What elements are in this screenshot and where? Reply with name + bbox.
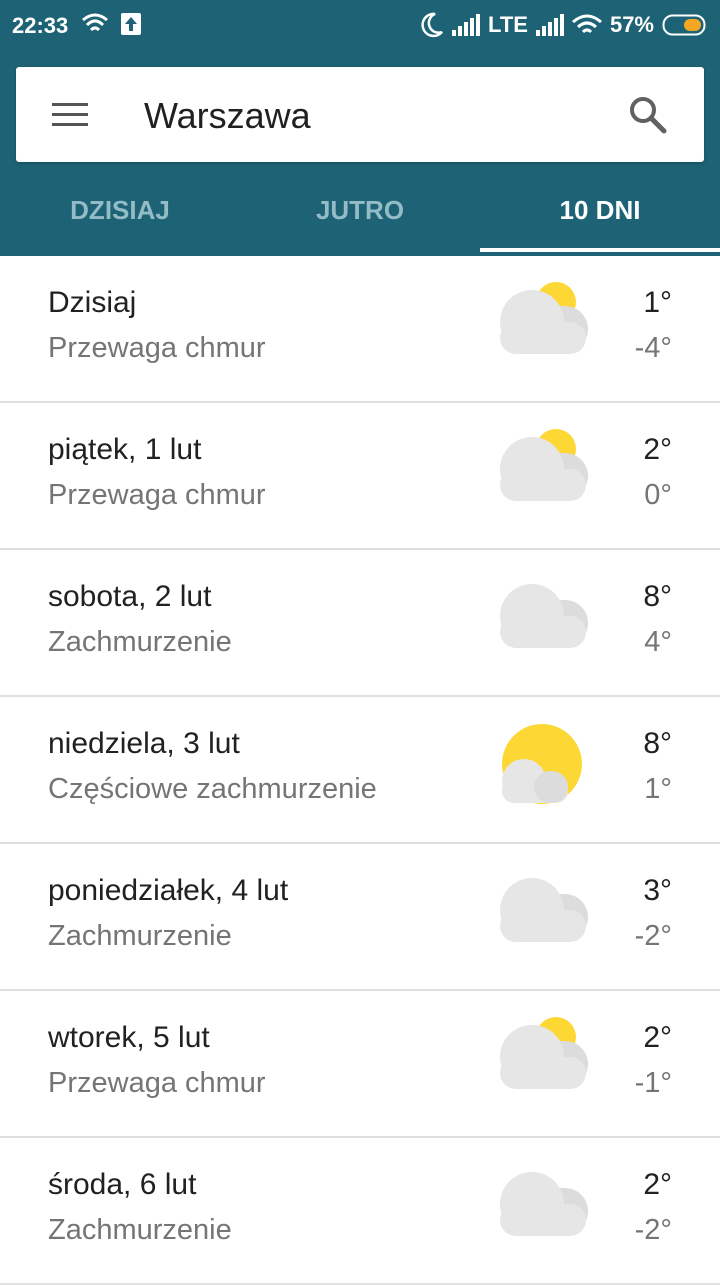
forecast-day: sobota, 2 lut: [48, 580, 212, 613]
forecast-row[interactable]: piątek, 1 lut Przewaga chmur 2° 0°: [0, 403, 720, 550]
menu-icon-line: [52, 113, 88, 116]
partly-cloudy-icon: [502, 724, 582, 804]
signal-icon: [452, 14, 481, 36]
forecast-row[interactable]: wtorek, 5 lut Przewaga chmur 2° -1°: [0, 991, 720, 1138]
forecast-high: 3°: [643, 874, 672, 907]
forecast-day: Dzisiaj: [48, 286, 137, 319]
forecast-row[interactable]: środa, 6 lut Zachmurzenie 2° -2°: [0, 1138, 720, 1285]
forecast-day: piątek, 1 lut: [48, 433, 202, 466]
forecast-low: -2°: [634, 920, 672, 952]
menu-icon-line: [52, 103, 88, 106]
status-bar: 22:33 LTE 57%: [0, 0, 720, 50]
forecast-high: 8°: [643, 727, 672, 760]
forecast-condition: Zachmurzenie: [48, 1214, 232, 1246]
forecast-row[interactable]: Dzisiaj Przewaga chmur 1° -4°: [0, 256, 720, 403]
forecast-high: 2°: [643, 1021, 672, 1054]
forecast-row[interactable]: poniedziałek, 4 lut Zachmurzenie 3° -2°: [0, 844, 720, 991]
tab-today[interactable]: DZISIAJ: [0, 180, 240, 256]
forecast-high: 1°: [643, 286, 672, 319]
status-time: 22:33: [12, 13, 69, 38]
forecast-low: -2°: [634, 1214, 672, 1246]
battery-icon: [662, 14, 706, 36]
forecast-low: -1°: [634, 1067, 672, 1099]
forecast-list: Dzisiaj Przewaga chmur 1° -4° piątek, 1 lut P…: [0, 256, 720, 1285]
tab-tomorrow[interactable]: JUTRO: [240, 180, 480, 256]
forecast-condition: Częściowe zachmurzenie: [48, 773, 377, 805]
forecast-day: wtorek, 5 lut: [48, 1021, 210, 1054]
forecast-day: środa, 6 lut: [48, 1168, 197, 1201]
cloudy-icon: [500, 878, 588, 942]
cloudy-icon: [500, 584, 588, 648]
cloudy-icon: [500, 1172, 588, 1236]
forecast-low: 4°: [644, 626, 672, 658]
forecast-condition: Zachmurzenie: [48, 626, 232, 658]
forecast-high: 2°: [643, 1168, 672, 1201]
status-right: LTE 57%: [420, 12, 708, 38]
do-not-disturb-moon-icon: [421, 12, 443, 38]
mostly-cloudy-icon: [500, 1017, 588, 1089]
forecast-high: 8°: [643, 580, 672, 613]
forecast-condition: Zachmurzenie: [48, 920, 232, 952]
signal-2-icon: [535, 14, 564, 36]
network-type: LTE: [488, 12, 528, 37]
forecast-condition: Przewaga chmur: [48, 479, 266, 511]
tab-bar: DZISIAJ JUTRO 10 DNI: [0, 180, 720, 256]
mostly-cloudy-icon: [500, 282, 588, 354]
forecast-row[interactable]: sobota, 2 lut Zachmurzenie 8° 4°: [0, 550, 720, 697]
forecast-low: -4°: [634, 332, 672, 364]
forecast-low: 1°: [644, 773, 672, 805]
forecast-low: 0°: [644, 479, 672, 511]
upload-notification-icon: [121, 13, 141, 35]
forecast-high: 2°: [643, 433, 672, 466]
forecast-day: poniedziałek, 4 lut: [48, 874, 289, 907]
wifi-icon: [82, 13, 108, 32]
menu-button[interactable]: [52, 97, 90, 133]
tab-10-days[interactable]: 10 DNI: [480, 180, 720, 256]
location-search-box[interactable]: Warszawa: [16, 67, 704, 162]
city-name[interactable]: Warszawa: [144, 95, 311, 137]
mostly-cloudy-icon: [500, 429, 588, 501]
menu-icon-line: [52, 123, 88, 126]
search-icon[interactable]: [626, 93, 670, 137]
forecast-condition: Przewaga chmur: [48, 1067, 266, 1099]
app-bar: Warszawa DZISIAJ JUTRO 10 DNI: [0, 50, 720, 256]
wifi-signal-icon: [571, 14, 602, 34]
forecast-condition: Przewaga chmur: [48, 332, 266, 364]
battery-percent: 57%: [609, 12, 654, 37]
forecast-day: niedziela, 3 lut: [48, 727, 240, 760]
forecast-row[interactable]: niedziela, 3 lut Częściowe zachmurzenie 8°…: [0, 697, 720, 844]
